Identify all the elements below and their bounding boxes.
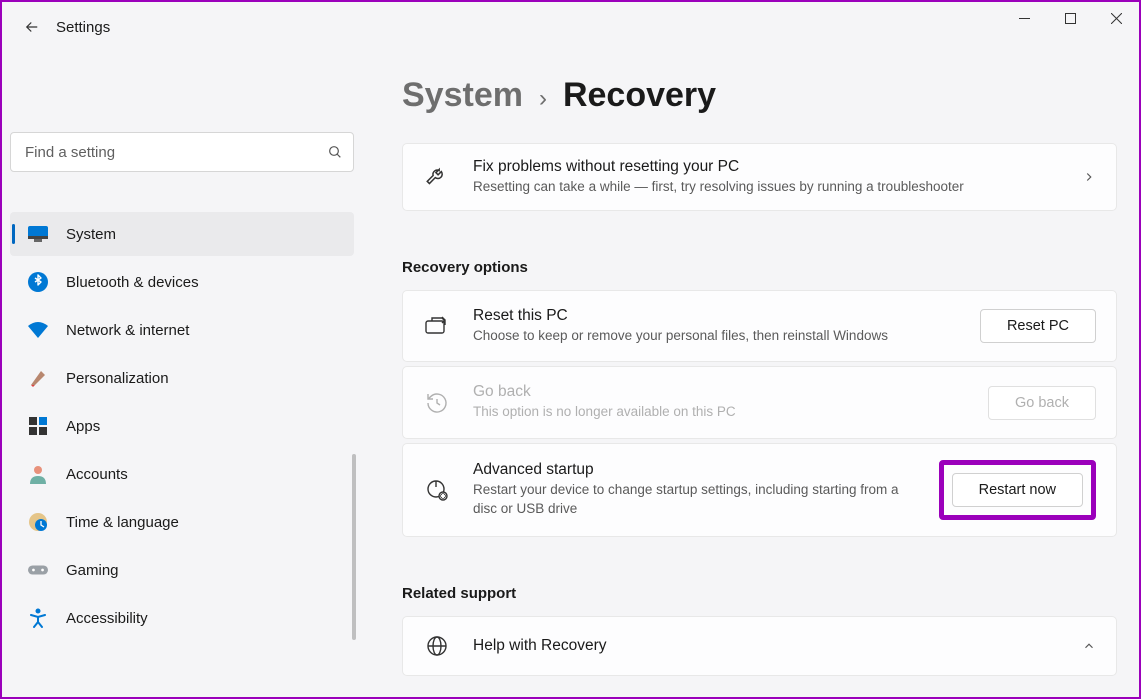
- sidebar-item-label: Gaming: [66, 562, 119, 579]
- back-button[interactable]: [14, 9, 50, 45]
- history-icon: [423, 389, 451, 417]
- search-input[interactable]: [25, 144, 327, 161]
- minimize-icon: [1019, 13, 1030, 24]
- globe-icon: [423, 632, 451, 660]
- sidebar-item-label: Accessibility: [66, 610, 148, 627]
- advanced-startup-card: Advanced startup Restart your device to …: [402, 443, 1117, 537]
- sidebar-item-bluetooth[interactable]: Bluetooth & devices: [10, 260, 354, 304]
- close-button[interactable]: [1093, 2, 1139, 34]
- sidebar-item-system[interactable]: System: [10, 212, 354, 256]
- breadcrumb-parent[interactable]: System: [402, 76, 523, 115]
- sidebar-item-accounts[interactable]: Accounts: [10, 452, 354, 496]
- apps-icon: [28, 416, 48, 436]
- bluetooth-icon: [28, 272, 48, 292]
- sidebar-item-time-language[interactable]: Time & language: [10, 500, 354, 544]
- card-subtitle: Resetting can take a while — first, try …: [473, 178, 1060, 196]
- paintbrush-icon: [28, 368, 48, 388]
- go-back-card: Go back This option is no longer availab…: [402, 366, 1117, 438]
- sidebar-item-label: System: [66, 226, 116, 243]
- sidebar-item-accessibility[interactable]: Accessibility: [10, 596, 354, 640]
- chevron-right-icon: ›: [539, 85, 547, 113]
- card-title: Go back: [473, 383, 966, 401]
- sidebar-item-apps[interactable]: Apps: [10, 404, 354, 448]
- gaming-icon: [28, 560, 48, 580]
- app-title: Settings: [56, 19, 110, 36]
- breadcrumb: System › Recovery: [402, 76, 1117, 115]
- sidebar-item-label: Apps: [66, 418, 100, 435]
- card-title: Help with Recovery: [473, 637, 1060, 655]
- help-recovery-card[interactable]: Help with Recovery: [402, 616, 1117, 676]
- sidebar-item-gaming[interactable]: Gaming: [10, 548, 354, 592]
- restart-now-button[interactable]: Restart now: [952, 473, 1083, 507]
- chevron-up-icon: [1082, 639, 1096, 653]
- page-title: Recovery: [563, 76, 716, 115]
- search-box[interactable]: [10, 132, 354, 172]
- go-back-button: Go back: [988, 386, 1096, 420]
- accessibility-icon: [28, 608, 48, 628]
- sidebar-item-personalization[interactable]: Personalization: [10, 356, 354, 400]
- close-icon: [1111, 13, 1122, 24]
- card-subtitle: This option is no longer available on th…: [473, 403, 966, 421]
- card-subtitle: Choose to keep or remove your personal f…: [473, 327, 893, 345]
- chevron-right-icon: [1082, 170, 1096, 184]
- reset-pc-button[interactable]: Reset PC: [980, 309, 1096, 343]
- search-icon: [327, 144, 343, 160]
- sidebar-item-network[interactable]: Network & internet: [10, 308, 354, 352]
- sidebar-item-label: Accounts: [66, 466, 128, 483]
- maximize-icon: [1065, 13, 1076, 24]
- reset-pc-card: Reset this PC Choose to keep or remove y…: [402, 290, 1117, 362]
- highlight-box: Restart now: [939, 460, 1096, 520]
- sidebar-item-label: Network & internet: [66, 322, 189, 339]
- maximize-button[interactable]: [1047, 2, 1093, 34]
- sidebar-scrollbar[interactable]: [352, 454, 356, 640]
- power-gear-icon: [423, 476, 451, 504]
- sidebar-item-label: Personalization: [66, 370, 169, 387]
- card-subtitle: Restart your device to change startup se…: [473, 481, 913, 517]
- accounts-icon: [28, 464, 48, 484]
- card-title: Advanced startup: [473, 461, 917, 479]
- reset-icon: [423, 312, 451, 340]
- troubleshooter-card[interactable]: Fix problems without resetting your PC R…: [402, 143, 1117, 211]
- card-title: Fix problems without resetting your PC: [473, 158, 1060, 176]
- clock-globe-icon: [28, 512, 48, 532]
- wifi-icon: [28, 320, 48, 340]
- sidebar-item-label: Bluetooth & devices: [66, 274, 199, 291]
- system-icon: [28, 224, 48, 244]
- section-heading-recovery: Recovery options: [402, 259, 1117, 276]
- minimize-button[interactable]: [1001, 2, 1047, 34]
- card-title: Reset this PC: [473, 307, 958, 325]
- wrench-icon: [423, 163, 451, 191]
- back-arrow-icon: [23, 18, 41, 36]
- sidebar-item-label: Time & language: [66, 514, 179, 531]
- section-heading-related: Related support: [402, 585, 1117, 602]
